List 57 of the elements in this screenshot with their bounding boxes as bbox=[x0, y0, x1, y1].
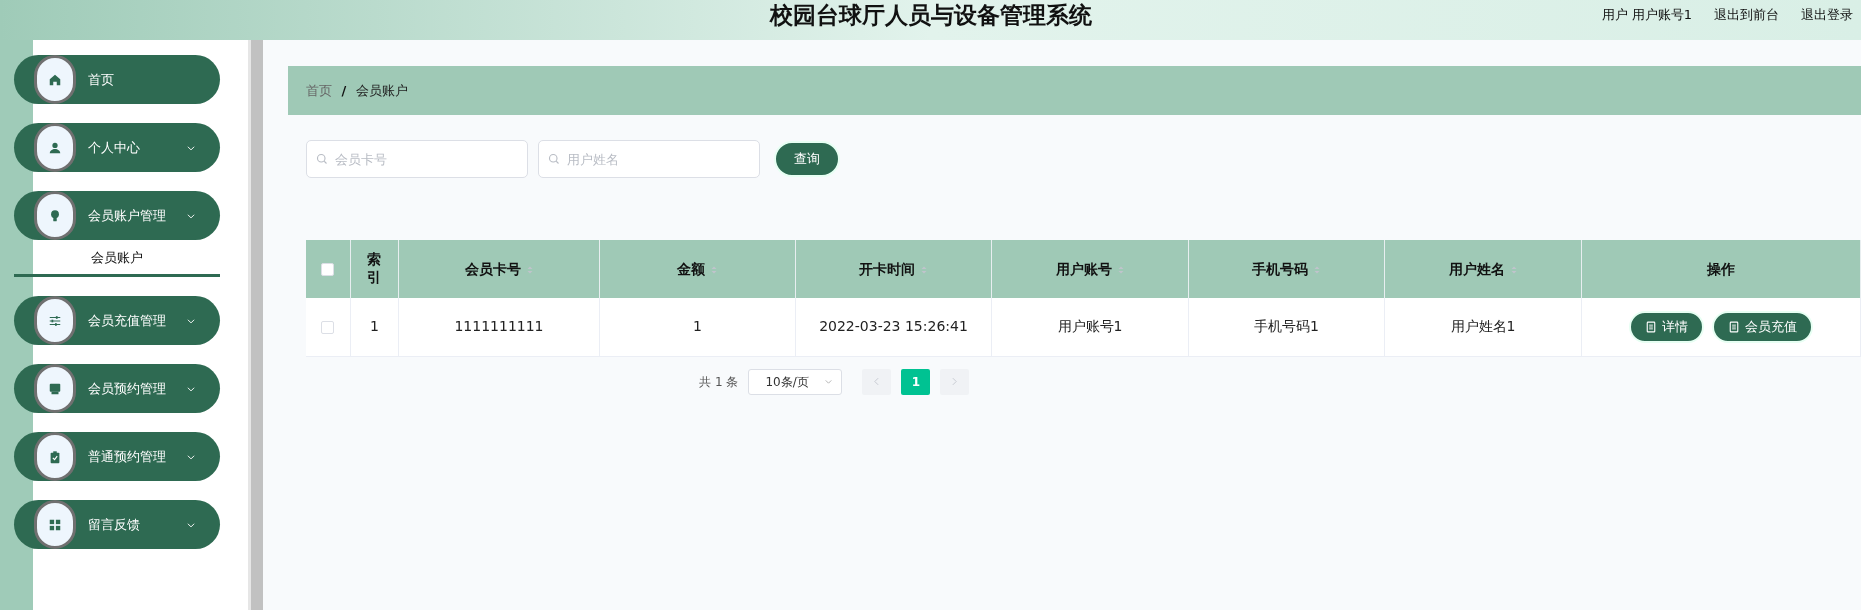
search-field[interactable]: 会员卡号 bbox=[305, 140, 528, 178]
document-icon bbox=[1645, 320, 1657, 333]
breadcrumb-link[interactable]: 首页 bbox=[305, 80, 332, 101]
page-size-select[interactable]: 10条/页 bbox=[748, 368, 843, 395]
table-cell: 2022-03-23 15:26:41 bbox=[819, 318, 968, 335]
submenu-item[interactable]: 会员账户 bbox=[13, 241, 220, 277]
column-header: 金额 bbox=[677, 260, 705, 277]
select-all-checkbox[interactable] bbox=[321, 263, 335, 276]
search-button[interactable]: 查询 bbox=[773, 141, 840, 177]
details-button[interactable]: 详情 bbox=[1629, 310, 1704, 343]
app-title: 校园台球厅人员与设备管理系统 bbox=[769, 1, 1092, 30]
table-cell: 用户账号1 bbox=[1057, 318, 1123, 335]
chevron-down-icon bbox=[185, 384, 196, 394]
document-icon bbox=[1728, 320, 1740, 333]
header-link[interactable]: 退出登录 bbox=[1801, 5, 1853, 25]
menu-item[interactable]: 会员账户管理 bbox=[13, 191, 220, 240]
search-icon bbox=[547, 153, 560, 165]
sliders-icon bbox=[47, 313, 62, 328]
menu-item[interactable]: 个人中心 bbox=[13, 123, 220, 172]
column-header: 操作 bbox=[1707, 260, 1735, 277]
search-icon bbox=[315, 153, 328, 165]
person-icon bbox=[47, 140, 62, 155]
column-header: 索引 bbox=[366, 249, 383, 288]
table-cell: 用户姓名1 bbox=[1450, 318, 1516, 335]
row-checkbox[interactable] bbox=[321, 320, 335, 334]
column-header: 用户姓名 bbox=[1448, 260, 1505, 277]
chevron-left-icon bbox=[872, 377, 882, 386]
chevron-down-icon bbox=[185, 520, 196, 530]
breadcrumb-current: 会员账户 bbox=[356, 81, 409, 100]
column-header: 用户账号 bbox=[1055, 260, 1112, 277]
chevron-down-icon bbox=[185, 143, 196, 153]
home-icon bbox=[47, 72, 62, 87]
total-count: 共 1 条 bbox=[699, 373, 739, 391]
table-cell: 1 bbox=[370, 318, 379, 335]
chevron-down-icon bbox=[185, 211, 196, 221]
table-cell: 1 bbox=[693, 318, 702, 335]
recharge-button[interactable]: 会员充值 bbox=[1712, 310, 1813, 343]
grid-icon bbox=[47, 517, 62, 532]
search-field[interactable]: 用户姓名 bbox=[537, 140, 760, 178]
user-label: 用户 用户账号1 bbox=[1601, 6, 1692, 24]
monitor-icon bbox=[47, 381, 62, 396]
menu-item[interactable]: 普通预约管理 bbox=[13, 432, 220, 481]
column-header: 会员卡号 bbox=[464, 260, 521, 277]
breadcrumb-separator: / bbox=[341, 81, 347, 100]
chevron-right-icon bbox=[950, 377, 960, 386]
column-header: 开卡时间 bbox=[859, 260, 915, 277]
column-header: 手机号码 bbox=[1252, 260, 1308, 277]
header-link[interactable]: 退出到前台 bbox=[1714, 5, 1779, 25]
menu-item[interactable]: 会员预约管理 bbox=[13, 364, 220, 413]
menu-item[interactable]: 会员充值管理 bbox=[13, 296, 220, 345]
chevron-down-icon bbox=[185, 316, 196, 326]
table-cell: 1111111111 bbox=[454, 318, 544, 335]
table-cell: 手机号码1 bbox=[1254, 318, 1319, 335]
chevron-down-icon bbox=[824, 377, 834, 386]
menu-item[interactable]: 留言反馈 bbox=[13, 500, 220, 549]
menu-item[interactable]: 首页 bbox=[13, 55, 220, 104]
chevron-down-icon bbox=[185, 452, 196, 462]
